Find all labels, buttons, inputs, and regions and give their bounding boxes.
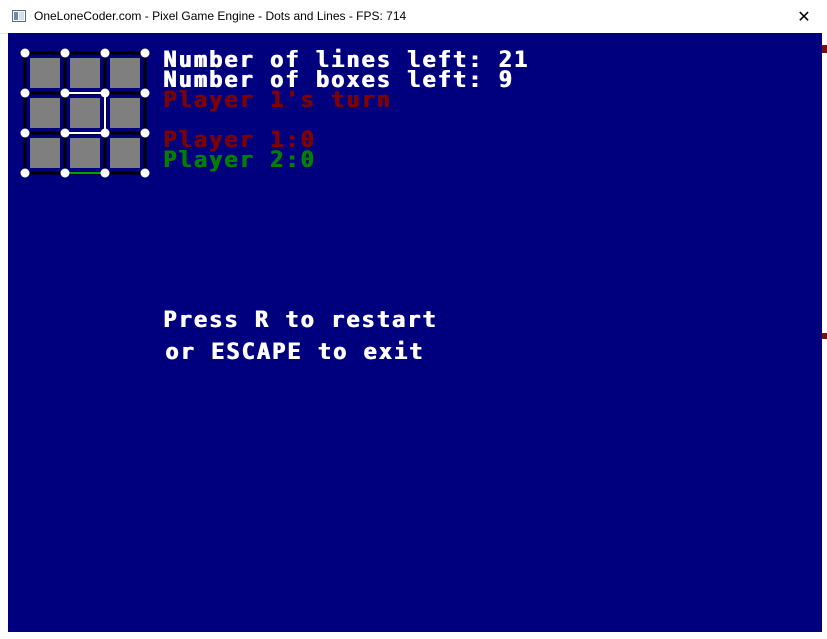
board-dot	[140, 88, 150, 98]
board-dot	[140, 48, 150, 58]
app-window-icon	[12, 10, 26, 22]
board-dot	[100, 128, 110, 138]
board-box	[30, 98, 60, 128]
board-box	[110, 98, 140, 128]
board-dot	[60, 128, 70, 138]
close-button[interactable]: ✕	[781, 0, 827, 33]
board-box	[110, 138, 140, 168]
board-dot	[60, 88, 70, 98]
game-canvas[interactable]: Number of lines left: 21 Number of boxes…	[8, 33, 822, 632]
title-bar[interactable]: OneLoneCoder.com - Pixel Game Engine - D…	[0, 0, 827, 34]
dots-and-lines-board[interactable]	[8, 33, 158, 183]
board-dot	[100, 48, 110, 58]
board-box	[70, 138, 100, 168]
board-box	[70, 58, 100, 88]
board-dot	[60, 48, 70, 58]
board-dot	[20, 48, 30, 58]
exit-instruction: or ESCAPE to exit	[165, 340, 425, 365]
board-dot	[60, 168, 70, 178]
board-dot	[20, 128, 30, 138]
game-window: OneLoneCoder.com - Pixel Game Engine - D…	[0, 0, 827, 639]
board-box	[70, 98, 100, 128]
board-dot	[140, 128, 150, 138]
board-dot	[100, 168, 110, 178]
window-title: OneLoneCoder.com - Pixel Game Engine - D…	[34, 9, 407, 23]
board-dot	[140, 168, 150, 178]
board-box	[30, 138, 60, 168]
board-dot	[100, 88, 110, 98]
board-box	[110, 58, 140, 88]
board-dot	[20, 88, 30, 98]
turn-text: Player 1's turn	[163, 88, 392, 113]
board-box	[30, 58, 60, 88]
board-dot	[20, 168, 30, 178]
background-window-edge	[822, 33, 827, 639]
restart-instruction: Press R to restart	[163, 308, 438, 333]
player2-score: Player 2:0	[163, 148, 316, 173]
